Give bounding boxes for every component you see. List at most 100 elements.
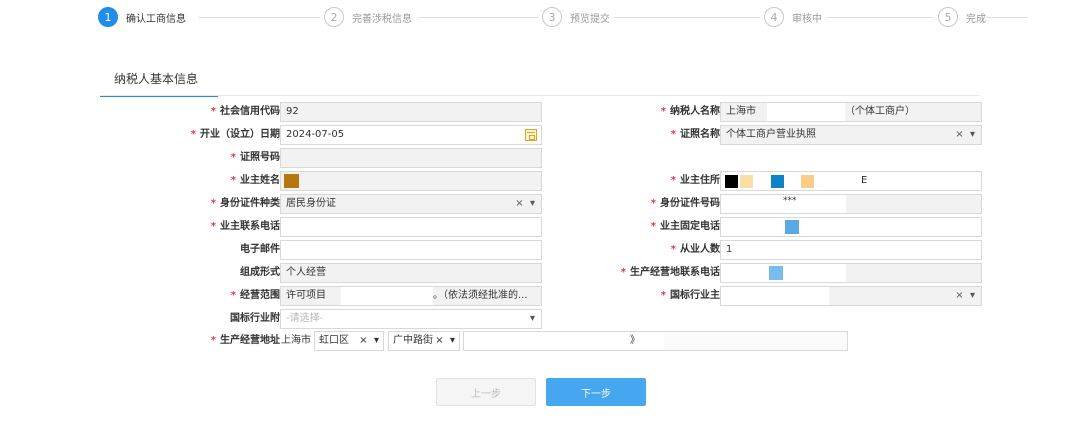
- field-value: 1: [726, 244, 733, 255]
- owner-name-field[interactable]: [280, 171, 542, 191]
- label-text: 国标行业主: [670, 290, 720, 301]
- industry-main-label: * 国标行业主: [560, 286, 720, 306]
- chevron-down-icon[interactable]: ▾: [374, 335, 379, 346]
- id-type-select[interactable]: 居民身份证 × ▾: [280, 194, 542, 214]
- owner-phone-label: * 业主联系电话: [120, 217, 280, 237]
- required-mark: *: [620, 267, 626, 278]
- calendar-icon[interactable]: [525, 129, 537, 141]
- credit-code-field[interactable]: 92: [280, 102, 542, 122]
- field-value-tail: E: [861, 175, 868, 186]
- field-value: 个人经营: [286, 267, 326, 278]
- redacted-area: [341, 287, 433, 305]
- district-select[interactable]: 虹口区 × ▾: [314, 331, 384, 351]
- industry-main-select[interactable]: × ▾: [720, 286, 982, 306]
- label-text: 业主姓名: [240, 175, 280, 186]
- address-detail-field[interactable]: 》: [463, 331, 848, 351]
- redacted-block: [725, 175, 738, 188]
- required-mark: *: [210, 335, 216, 346]
- redacted-block: [801, 175, 814, 188]
- clear-icon[interactable]: ×: [359, 335, 367, 346]
- employees-field[interactable]: 1: [720, 240, 982, 260]
- chevron-down-icon[interactable]: ▾: [970, 129, 975, 140]
- required-mark: *: [230, 152, 236, 163]
- step-label: 完善涉税信息: [352, 13, 412, 25]
- open-date-label: * 开业（设立）日期: [120, 125, 280, 145]
- chevron-down-icon[interactable]: ▾: [450, 335, 455, 346]
- step-2: 2 完善涉税信息: [320, 6, 416, 28]
- taxpayer-name-field[interactable]: 上海市 （个体工商户）: [720, 102, 982, 122]
- step-label: 预览提交: [570, 13, 610, 25]
- required-mark: *: [210, 221, 216, 232]
- street-select[interactable]: 广中路街 × ▾: [388, 331, 460, 351]
- business-scope-field[interactable]: 许可项目 。（依法须经批准的...: [280, 286, 542, 306]
- required-mark: *: [660, 290, 666, 301]
- employees-label: * 从业人数: [560, 240, 720, 260]
- previous-step-button[interactable]: 上一步: [436, 378, 536, 406]
- org-form-field[interactable]: 个人经营: [280, 263, 542, 283]
- step-3: 3 预览提交: [538, 6, 614, 28]
- business-phone-label: * 生产经营地联系电话: [560, 263, 720, 283]
- required-mark: *: [190, 129, 196, 140]
- field-suffix: （个体工商户）: [845, 106, 915, 117]
- label-text: 电子邮件: [240, 244, 280, 255]
- field-value: 上海市: [726, 106, 756, 117]
- label-text: 纳税人名称: [670, 106, 720, 117]
- license-name-select[interactable]: 个体工商户营业执照 × ▾: [720, 125, 982, 145]
- clear-icon[interactable]: ×: [435, 335, 443, 346]
- step-1: 1 确认工商信息: [98, 6, 194, 28]
- credit-code-label: * 社会信用代码: [120, 102, 280, 122]
- field-value-tail: 。（依法须经批准的...: [433, 290, 528, 301]
- required-mark: *: [230, 175, 236, 186]
- field-value: 个体工商户营业执照: [726, 129, 816, 140]
- clear-icon[interactable]: ×: [955, 129, 963, 140]
- industry-sub-select[interactable]: -请选择- ▾: [280, 309, 542, 329]
- redacted-block: [771, 175, 784, 188]
- label-text: 业主固定电话: [660, 221, 720, 232]
- next-step-button[interactable]: 下一步: [546, 378, 646, 406]
- label-text: 身份证件号码: [660, 198, 720, 209]
- section-title: 纳税人基本信息: [100, 70, 218, 97]
- redacted-block: [785, 220, 799, 234]
- step-connector: [828, 17, 1028, 18]
- owner-landline-field[interactable]: [720, 217, 982, 237]
- step-label: 确认工商信息: [126, 9, 194, 25]
- step-number: 1: [98, 7, 118, 27]
- label-text: 业主住所: [680, 175, 720, 186]
- step-4: 4 审核中: [760, 6, 826, 28]
- step-label: 审核中: [792, 13, 822, 25]
- step-5: 5 完成: [934, 6, 986, 28]
- required-mark: *: [650, 198, 656, 209]
- clear-icon[interactable]: ×: [515, 198, 523, 209]
- owner-name-label: * 业主姓名: [120, 171, 280, 191]
- email-field[interactable]: [280, 240, 542, 260]
- org-form-label: 组成形式: [120, 263, 280, 283]
- owner-address-label: * 业主住所: [560, 171, 720, 191]
- clear-icon[interactable]: ×: [955, 290, 963, 301]
- id-number-label: * 身份证件号码: [560, 194, 720, 214]
- address-detail-tail: 》: [630, 335, 640, 346]
- required-mark: *: [660, 106, 666, 117]
- owner-phone-field[interactable]: [280, 217, 542, 237]
- chevron-down-icon[interactable]: ▾: [530, 198, 535, 209]
- id-type-label: * 身份证件种类: [120, 194, 280, 214]
- redacted-block: [284, 174, 299, 188]
- owner-address-field[interactable]: E: [720, 171, 982, 191]
- industry-sub-label: 国标行业附: [120, 309, 280, 329]
- license-name-label: * 证照名称: [560, 125, 720, 145]
- license-no-field[interactable]: [280, 148, 542, 168]
- required-mark: *: [670, 129, 676, 140]
- chevron-down-icon[interactable]: ▾: [970, 290, 975, 301]
- business-phone-field[interactable]: [720, 263, 982, 283]
- district-value: 虹口区: [319, 335, 349, 346]
- label-text: 社会信用代码: [220, 106, 280, 117]
- required-mark: *: [670, 244, 676, 255]
- open-date-field[interactable]: 2024-07-05: [280, 125, 542, 145]
- label-text: 业主联系电话: [220, 221, 280, 232]
- required-mark: *: [670, 175, 676, 186]
- label-text: 身份证件种类: [220, 198, 280, 209]
- chevron-down-icon[interactable]: ▾: [530, 310, 535, 328]
- id-number-field[interactable]: ***: [720, 194, 982, 214]
- taxpayer-name-label: * 纳税人名称: [560, 102, 720, 122]
- redacted-area: [721, 287, 829, 305]
- label-text: 从业人数: [680, 244, 720, 255]
